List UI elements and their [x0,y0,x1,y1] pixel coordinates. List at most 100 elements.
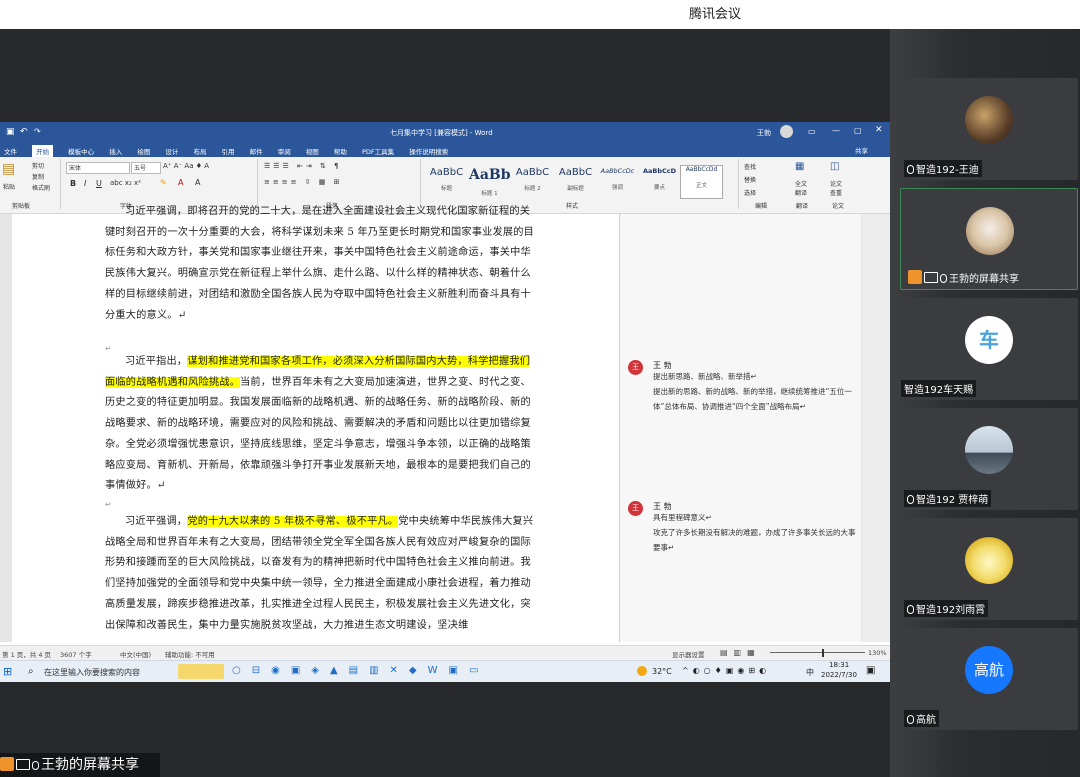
search-highlight-image [178,664,224,679]
find-button[interactable]: 查找 [744,162,756,171]
style-emphasis[interactable]: AaBbCcDc 强调 [597,167,638,197]
style-heading2[interactable]: AaBbC 标题 2 [512,167,553,197]
zoom-slider-thumb[interactable] [822,649,824,657]
char-shading-icon[interactable]: A [195,178,200,187]
status-bar: 第 1 页，共 4 页 3607 个字 中文(中国) 辅助功能: 不可用 显示器… [0,645,890,661]
weather-icon [637,666,647,676]
zoom-level[interactable]: 130% [868,649,887,657]
taskbar-pinned-apps[interactable]: ○⊟◉▣◈▲▤▥✕◆W▣▭ [232,665,489,676]
participant-name: 智造192-王迪 [904,160,982,177]
participant-name: 智造192车天赐 [901,380,977,397]
tab-template[interactable]: 模板中心 [68,146,94,156]
participant-tile[interactable]: 高航 高航 [900,628,1078,730]
tab-home[interactable]: 开始 [32,145,54,157]
style-subtitle[interactable]: AaBbC 副标题 [555,167,596,197]
paper-check-button[interactable]: 论文查重 [830,179,846,197]
tab-references[interactable]: 引用 [222,146,235,156]
paste-icon[interactable]: ▤ [2,161,15,177]
accessibility-status[interactable]: 辅助功能: 不可用 [165,649,215,659]
windows-start-icon[interactable]: ⊞ [3,665,12,678]
paragraph-3: 习近平强调，党的十九大以来的 5 年极不寻常、极不平凡。党中央统筹中华民族伟大复… [105,516,534,631]
underline-icon[interactable]: U [96,179,102,188]
zoom-slider[interactable] [770,652,865,653]
participant-tile[interactable]: 车 智造192车天赐 [900,298,1078,400]
font-size-select[interactable]: 五号 [131,162,161,174]
ribbon-display-icon[interactable]: ▭ [808,127,816,136]
tab-design[interactable]: 设计 [165,146,178,156]
tab-draw[interactable]: 绘图 [137,146,150,156]
translate-icon[interactable]: ▦ [795,161,804,172]
share-button[interactable]: 共享 [855,145,868,155]
comments-pane: 王 王 勃 提出新思路、新战略、新举措↵ 提出新的思路、新的战略、新的举措，继续… [619,214,861,642]
strikethrough-icon[interactable]: abc x₂ x² [110,179,141,187]
redo-icon[interactable]: ↷ [34,127,41,136]
language-status[interactable]: 中文(中国) [120,649,151,659]
tab-help[interactable]: 帮助 [334,146,347,156]
tab-file[interactable]: 文件 [4,146,17,156]
align-icons[interactable]: ≡≡≡≡ ⇳ ▦ ⊞ [264,178,342,186]
comment-avatar: 王 [628,501,643,516]
user-avatar[interactable] [780,125,793,138]
participant-avatar: 车 [965,316,1013,364]
paste-button[interactable]: 粘贴 [3,182,15,191]
style-heading1[interactable]: AaBb 标题 1 [469,167,511,197]
participant-tile[interactable]: 智造192 贾梓萌 [900,408,1078,510]
italic-icon[interactable]: I [84,179,86,188]
weather-temperature[interactable]: 32°C [652,667,672,676]
word-title-bar: ▣ ↶ ↷ 七月集中学习 [兼容模式] - Word 王勃 ▭ — ▢ ✕ [0,122,890,142]
style-title[interactable]: AaBbC 标题 [426,167,467,197]
document-page[interactable]: 习近平强调，即将召开的党的二十大，是在进入全面建设社会主义现代化国家新征程的关键… [12,206,619,642]
save-icon[interactable]: ▣ [6,127,15,137]
style-normal[interactable]: AaBbCcDd 正文 [680,165,723,199]
maximize-icon[interactable]: ▢ [854,126,862,135]
undo-icon[interactable]: ↶ [20,127,28,137]
paper-check-icon[interactable]: ◫ [830,161,839,172]
display-settings[interactable]: 显示器设置 [672,649,705,659]
translate-group-label: 翻译 [796,203,809,210]
tab-insert[interactable]: 插入 [109,146,122,156]
tab-review[interactable]: 审阅 [278,146,291,156]
search-icon[interactable]: ⌕ [28,666,34,677]
divider [60,159,61,209]
cut-button[interactable]: 剪切 [32,161,44,170]
minimize-icon[interactable]: — [832,126,840,135]
select-button[interactable]: 选择 [744,188,756,197]
style-key-point[interactable]: AaBbCcD 要点 [639,167,680,197]
word-count[interactable]: 3607 个字 [60,649,92,659]
clock-date[interactable]: 2022/7/30 [821,671,857,679]
copy-button[interactable]: 复制 [32,172,44,181]
translate-button[interactable]: 全文翻译 [795,179,811,197]
list-icons[interactable]: ☰☰☰ ⇤⇥ ⇅ ¶ [264,162,342,170]
participant-tile-active[interactable]: 王勃的屏幕共享 [900,188,1078,290]
highlighted-text: 党的十九大以来的 5 年极不寻常、极不平凡。 [187,516,399,527]
font-name-select[interactable]: 宋体 [66,162,130,174]
highlight-icon[interactable]: ✎ [160,178,167,187]
taskbar-search-input[interactable]: 在这里输入你要搜索的内容 [44,667,140,678]
bold-icon[interactable]: B [70,179,76,188]
tell-me-search[interactable]: 操作说明搜索 [409,146,448,156]
screen-share-label: 王勃的屏幕共享 [0,753,160,777]
page-count[interactable]: 第 1 页，共 4 页 [2,649,51,659]
participant-avatar [966,207,1014,255]
windows-taskbar: ⊞ ⌕ 在这里输入你要搜索的内容 ○⊟◉▣◈▲▤▥✕◆W▣▭ 32°C ^◐○♦… [0,660,890,682]
font-grow-icon[interactable]: A⁺ A⁻ Aa ♦ A [163,162,209,170]
tab-pdf[interactable]: PDF工具集 [362,146,394,156]
clock-time[interactable]: 18:31 [829,661,849,669]
tab-view[interactable]: 视图 [306,146,319,156]
format-painter-button[interactable]: 格式刷 [32,183,50,192]
notification-icon[interactable]: ▣ [866,665,875,676]
replace-button[interactable]: 替换 [744,175,756,184]
ime-indicator[interactable]: 中 [806,667,814,678]
participant-tile[interactable]: 智造192-王迪 [900,78,1078,180]
view-mode-icons[interactable]: ▤▥▦ [720,648,761,657]
tray-icons[interactable]: ^◐○♦▣◉⊞◐ [682,666,770,675]
vertical-scrollbar[interactable] [862,214,890,642]
participant-tile[interactable]: 智造192刘雨霄 [900,518,1078,620]
mic-icon [940,274,947,283]
styles-group-label: 样式 [566,203,579,210]
user-name: 王勃 [757,129,771,137]
font-color-icon[interactable]: A [178,178,183,187]
close-icon[interactable]: ✕ [875,125,883,135]
tab-mailings[interactable]: 邮件 [250,146,263,156]
tab-layout[interactable]: 布局 [193,146,206,156]
